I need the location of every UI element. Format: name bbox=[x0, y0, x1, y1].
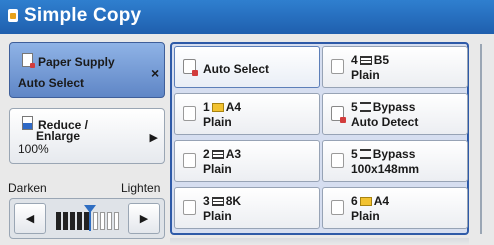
copy-app-icon bbox=[8, 9, 18, 22]
tray-1[interactable]: 1 A4 Plain bbox=[174, 93, 320, 135]
checkbox bbox=[183, 106, 196, 121]
density-scale bbox=[56, 205, 120, 231]
tray-label: 5 Bypass bbox=[351, 147, 416, 161]
tray-type: Plain bbox=[203, 209, 232, 223]
paper-supply-label: Paper Supply bbox=[38, 55, 115, 69]
lighten-label: Lighten bbox=[121, 181, 161, 195]
checkbox bbox=[183, 153, 196, 168]
tray-type: Plain bbox=[203, 162, 232, 176]
bypass-tray-icon bbox=[359, 102, 371, 112]
window-title: Simple Copy bbox=[24, 5, 142, 26]
tray-type: 100x148mm bbox=[351, 162, 420, 176]
density-bar bbox=[70, 212, 75, 230]
checkbox bbox=[331, 200, 344, 215]
tray-type: Plain bbox=[203, 115, 232, 129]
reduce-enlarge-icon bbox=[22, 116, 33, 130]
paper-tray-icon bbox=[211, 103, 224, 112]
density-marker-arrow bbox=[84, 205, 96, 213]
tray-2[interactable]: 2 A3 Plain bbox=[174, 140, 320, 182]
scroll-track[interactable] bbox=[473, 44, 489, 234]
checkbox bbox=[183, 200, 196, 215]
paper-tray-panel: Auto Select 4 B5 Plain 1 A4 Plain 5 Bypass … bbox=[170, 42, 469, 235]
paper-supply-button[interactable]: Paper Supply Auto Select × bbox=[9, 42, 165, 98]
lighten-button[interactable]: ▶ bbox=[128, 203, 160, 234]
tray-6[interactable]: 6 A4 Plain bbox=[322, 187, 468, 229]
tray-label: 2 A3 bbox=[203, 147, 242, 161]
zoom-value: 100% bbox=[18, 142, 49, 156]
bypass-tray-icon bbox=[359, 149, 371, 159]
tray-bypass-auto[interactable]: 5 Bypass Auto Detect bbox=[322, 93, 468, 135]
density-bar bbox=[77, 212, 82, 230]
close-icon[interactable]: × bbox=[151, 65, 159, 81]
panel-shadow bbox=[170, 238, 469, 245]
plain-paper-icon bbox=[211, 150, 224, 159]
density-bar bbox=[107, 212, 112, 230]
title-bar: Simple Copy bbox=[0, 0, 494, 34]
plain-paper-icon bbox=[211, 197, 224, 206]
paper-tray-icon bbox=[359, 197, 372, 206]
tray-bypass-100x148[interactable]: 5 Bypass 100x148mm bbox=[322, 140, 468, 182]
checkbox bbox=[331, 59, 344, 74]
checkbox bbox=[331, 153, 344, 168]
tray-label: 4 B5 bbox=[351, 53, 390, 67]
tray-auto-select[interactable]: Auto Select bbox=[174, 46, 320, 88]
density-control: ◀ ▶ bbox=[9, 198, 165, 239]
paper-supply-value: Auto Select bbox=[18, 76, 85, 90]
tray-label: 6 A4 bbox=[351, 194, 390, 208]
main-content: Paper Supply Auto Select × Reduce / Enla… bbox=[0, 34, 494, 245]
density-bar bbox=[114, 212, 119, 230]
tray-3[interactable]: 3 8K Plain bbox=[174, 187, 320, 229]
density-bar bbox=[56, 212, 61, 230]
darken-label: Darken bbox=[8, 181, 47, 195]
tray-label: 1 A4 bbox=[203, 100, 242, 114]
chevron-right-icon: ▶ bbox=[149, 132, 158, 144]
density-bar bbox=[63, 212, 68, 230]
tray-type: Plain bbox=[351, 209, 380, 223]
tray-4[interactable]: 4 B5 Plain bbox=[322, 46, 468, 88]
paper-supply-icon bbox=[22, 53, 35, 68]
tray-type: Plain bbox=[351, 68, 380, 82]
density-bar bbox=[93, 212, 98, 230]
density-bar bbox=[100, 212, 105, 230]
plain-paper-icon bbox=[359, 56, 372, 65]
paper-supply-title: Paper Supply bbox=[22, 53, 115, 69]
tray-label: 5 Bypass bbox=[351, 100, 416, 114]
tray-label: 3 8K bbox=[203, 194, 242, 208]
tray-type: Auto Detect bbox=[351, 115, 419, 129]
darken-button[interactable]: ◀ bbox=[14, 203, 46, 234]
enlarge-label: Enlarge bbox=[36, 129, 81, 143]
tray-label: Auto Select bbox=[203, 62, 270, 76]
auto-select-icon bbox=[183, 59, 198, 76]
bypass-auto-icon bbox=[331, 106, 346, 123]
reduce-enlarge-button[interactable]: Reduce / Enlarge 100% ▶ bbox=[9, 108, 165, 164]
